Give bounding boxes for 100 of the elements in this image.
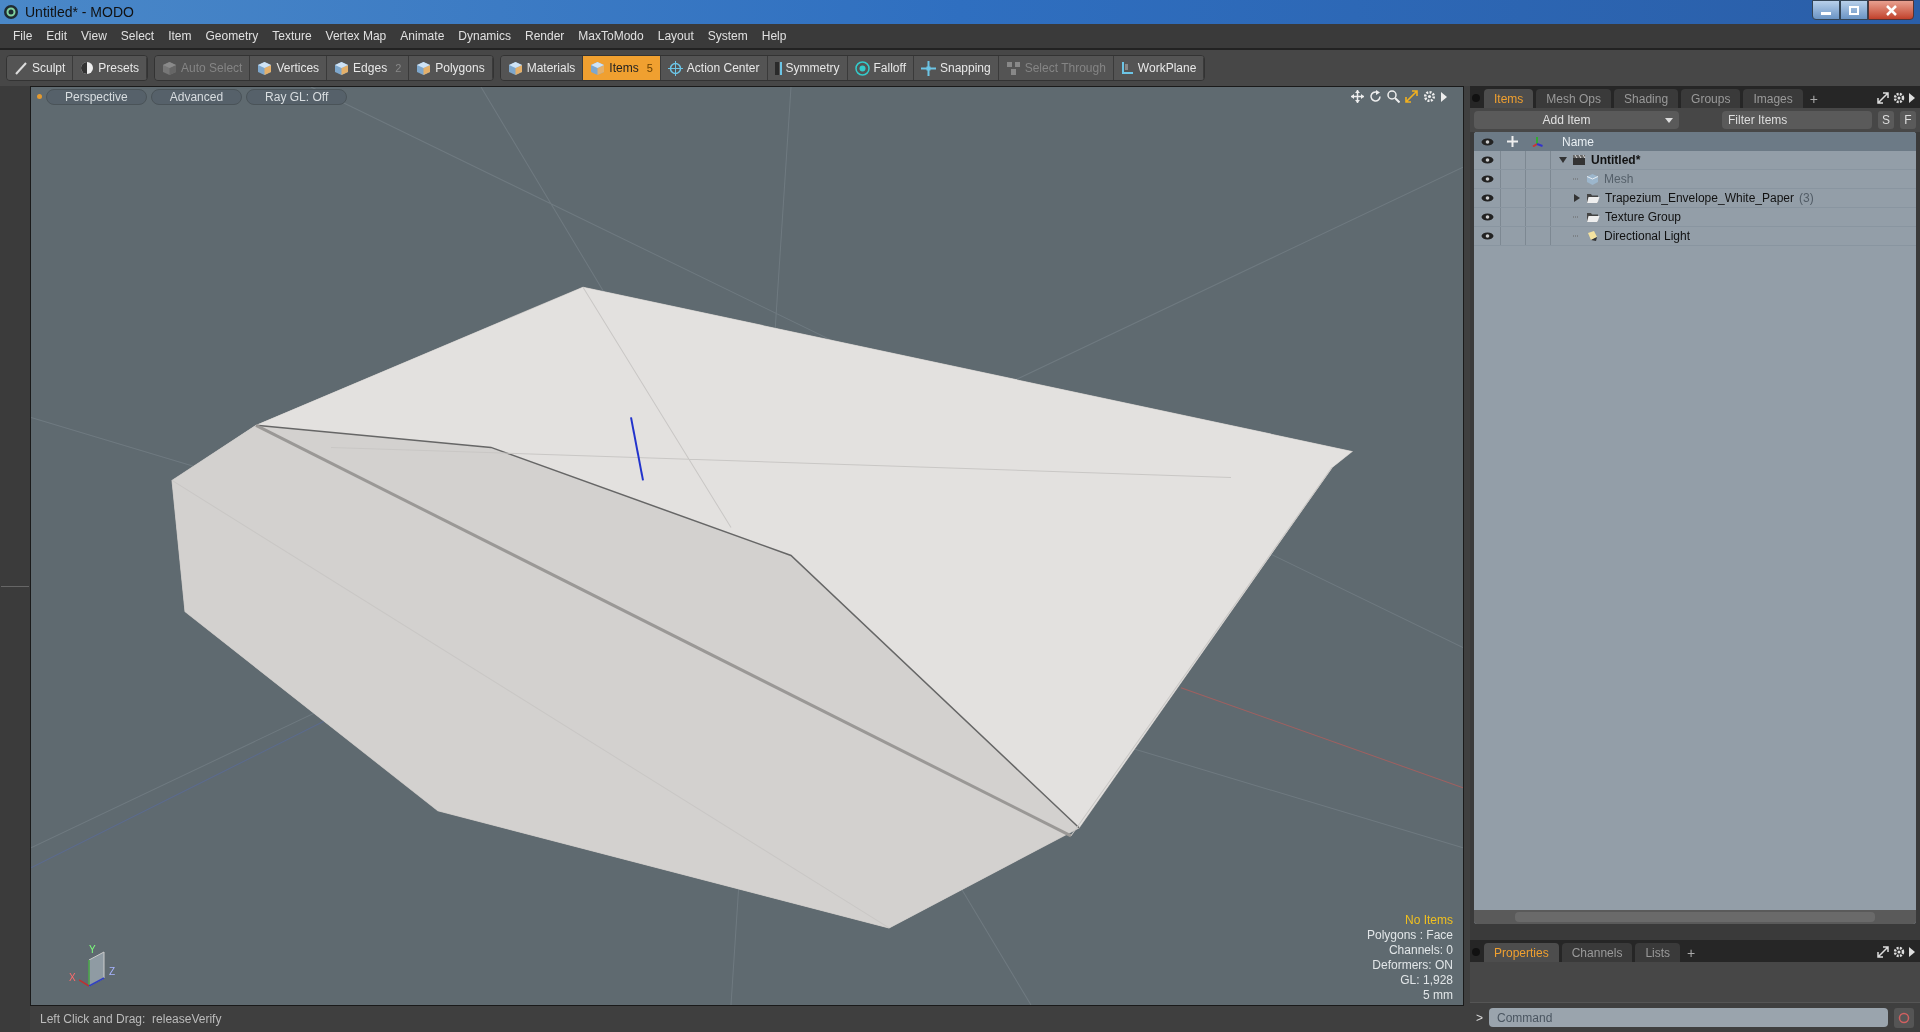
viewport-info-text: GL: 1,928	[1400, 973, 1453, 988]
toolbar-button[interactable]: Sculpt	[7, 56, 74, 80]
zoom-icon[interactable]	[1387, 90, 1400, 103]
crosshair-icon	[667, 60, 683, 76]
count-label: 5	[646, 60, 653, 76]
add-tab-button[interactable]: +	[1805, 89, 1822, 108]
add-item-dropdown[interactable]: Add Item	[1474, 111, 1679, 129]
menu-item[interactable]: MaxToModo	[571, 27, 651, 45]
menu-item[interactable]: Item	[161, 27, 199, 45]
tree-connector-icon	[1573, 213, 1581, 221]
close-button[interactable]	[1868, 0, 1914, 20]
snap-icon	[920, 60, 936, 76]
play-arrow-icon[interactable]	[1909, 93, 1915, 103]
maximize-icon[interactable]	[1405, 90, 1418, 103]
panel-tab[interactable]: Groups	[1681, 89, 1741, 108]
menu-item[interactable]: Select	[113, 27, 162, 45]
eye-icon[interactable]	[1480, 137, 1494, 146]
cube-icon	[416, 60, 432, 76]
window-title: Untitled* - MODO	[25, 2, 134, 22]
panel-tab[interactable]: Properties	[1484, 943, 1559, 962]
collapsed-arrow-icon[interactable]	[1573, 194, 1581, 202]
minimize-button[interactable]	[1812, 0, 1840, 20]
eye-icon[interactable]	[1480, 175, 1494, 183]
play-arrow-icon[interactable]	[1441, 91, 1447, 102]
tree-item-label[interactable]: Texture Group	[1605, 208, 1682, 226]
viewport-option-pill[interactable]: Perspective	[46, 89, 147, 105]
tree-item-label[interactable]: Trapezium_Envelope_White_Paper	[1605, 189, 1794, 207]
settings-icon[interactable]	[1423, 90, 1436, 103]
add-tab-button[interactable]: +	[1683, 943, 1700, 962]
eye-icon[interactable]	[1480, 194, 1494, 202]
brush-icon	[14, 61, 28, 75]
menu-item[interactable]: Vertex Map	[318, 27, 394, 45]
folder-icon	[1586, 211, 1600, 223]
expand-icon[interactable]	[1877, 946, 1889, 958]
menu-item[interactable]: Help	[754, 27, 794, 45]
settings-icon[interactable]	[1893, 946, 1905, 958]
menu-item[interactable]: File	[6, 27, 40, 45]
maximize-button[interactable]	[1840, 0, 1868, 20]
eye-icon[interactable]	[1480, 232, 1494, 240]
half-circle-icon	[80, 61, 95, 75]
3d-viewport[interactable]: Perspective Advanced Ray GL: Off No Items Polygons : Face Channels: 0 Deformers: ON GL: 1,928 5 mm X Y Z	[30, 86, 1464, 1006]
panel-tab[interactable]: Images	[1743, 89, 1803, 108]
viewport-info-text: Deformers: ON	[1372, 958, 1453, 973]
toolbar-button[interactable]: Action Center	[660, 56, 768, 80]
column-header[interactable]: Name	[1550, 132, 1594, 151]
record-button[interactable]	[1894, 1007, 1914, 1028]
tree-item-label[interactable]: Untitled*	[1591, 151, 1641, 169]
settings-icon[interactable]	[1893, 92, 1905, 104]
status-text: Left Click and Drag: releaseVerify	[40, 1011, 222, 1028]
toolbar-button[interactable]: Items 5	[583, 56, 661, 80]
menu-item[interactable]: View	[74, 27, 114, 45]
menu-item[interactable]: System	[700, 27, 755, 45]
clapper-icon	[1572, 154, 1586, 166]
tree-connector-icon	[1573, 232, 1581, 240]
viewport-info-text: No Items	[1405, 913, 1453, 928]
tree-connector-icon	[1573, 175, 1581, 183]
mesh-icon	[1586, 172, 1599, 186]
toolbar-button[interactable]: Polygons	[409, 56, 493, 80]
filter-toggle-button[interactable]: F	[1900, 111, 1916, 129]
viewport-info-text: Channels: 0	[1388, 943, 1453, 958]
menu-item[interactable]: Texture	[265, 27, 319, 45]
menu-item[interactable]: Geometry	[198, 27, 266, 45]
menu-item[interactable]: Dynamics	[451, 27, 518, 45]
toolbar-button[interactable]: Presets	[73, 56, 148, 80]
item-count: (3)	[1799, 190, 1814, 207]
cube-icon	[257, 60, 273, 76]
toolbar-button[interactable]: WorkPlane	[1113, 56, 1205, 80]
panel-tab[interactable]: Lists	[1635, 943, 1681, 962]
play-arrow-icon[interactable]	[1909, 947, 1915, 957]
menu-item[interactable]: Layout	[650, 27, 701, 45]
axes-icon[interactable]	[1532, 136, 1543, 147]
toolbar-button[interactable]: Falloff	[847, 56, 914, 80]
toolbar-button[interactable]: Snapping	[913, 56, 999, 80]
eye-icon[interactable]	[1480, 213, 1494, 221]
move-icon[interactable]	[1351, 90, 1364, 103]
expand-icon[interactable]	[1877, 92, 1889, 104]
rotate-icon[interactable]	[1369, 90, 1382, 103]
dropdown-caret-icon	[1665, 117, 1673, 123]
toolbar-button[interactable]: Materials	[500, 56, 584, 80]
cube-icon	[334, 60, 350, 76]
toolbar-button[interactable]: Vertices	[250, 56, 328, 80]
menu-item[interactable]: Edit	[39, 27, 75, 45]
toolbar-button[interactable]: Symmetry	[767, 56, 848, 80]
menu-item[interactable]: Animate	[393, 27, 452, 45]
viewport-option-pill[interactable]: Advanced	[150, 89, 243, 105]
axis-label: Y	[89, 945, 96, 955]
filter-toggle-button[interactable]: S	[1878, 111, 1894, 129]
panel-tab[interactable]: Shading	[1614, 89, 1679, 108]
viewport-option-pill[interactable]: Ray GL: Off	[246, 89, 348, 105]
panel-tab[interactable]: Mesh Ops	[1536, 89, 1612, 108]
command-field[interactable]: Command	[1489, 1008, 1888, 1027]
expanded-arrow-icon[interactable]	[1559, 156, 1567, 164]
menu-item[interactable]: Render	[518, 27, 572, 45]
close-icon	[1885, 4, 1897, 16]
panel-tab[interactable]: Items	[1484, 89, 1534, 108]
filter-field[interactable]: Filter Items	[1722, 111, 1872, 129]
cube-icon	[162, 60, 178, 76]
eye-icon[interactable]	[1480, 156, 1494, 164]
tree-item-label[interactable]: Directional Light	[1604, 227, 1691, 245]
panel-tab[interactable]: Channels	[1561, 943, 1633, 962]
